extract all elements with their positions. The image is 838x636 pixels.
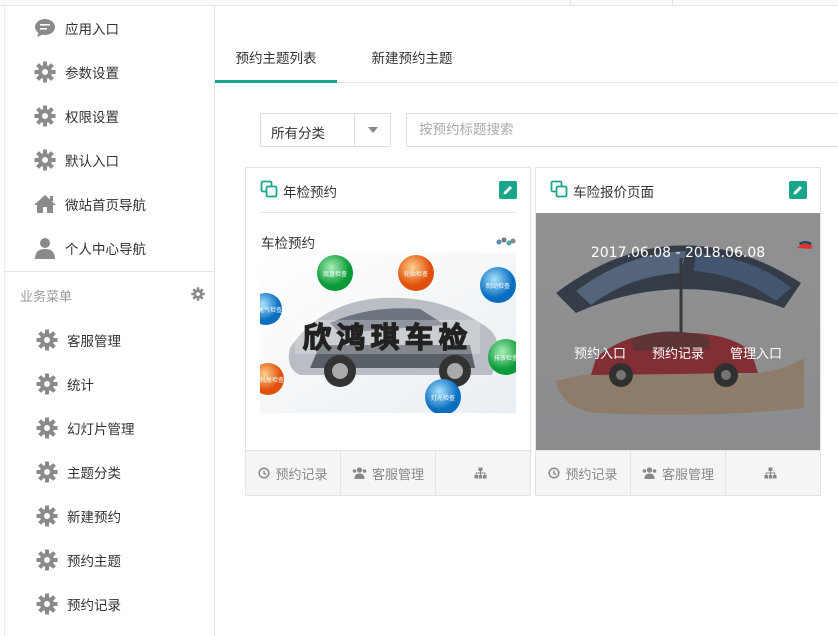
card-title: 车险报价页面 (573, 185, 654, 201)
search-input[interactable] (406, 113, 838, 147)
users-icon (642, 467, 657, 479)
bubble-label: 制动检查 (486, 282, 510, 290)
section-title-text: 业务菜单 (20, 290, 73, 305)
admin-entry-link[interactable]: 管理入口 (730, 343, 782, 362)
home-icon (33, 192, 57, 216)
sidebar-item-label: 主题分类 (67, 466, 121, 482)
sidebar-item-label: 个人中心导航 (65, 242, 146, 258)
sidebar-item-customer-service[interactable]: 客服管理 (35, 325, 245, 355)
sidebar-item-appointment-topics[interactable]: 预约主题 (35, 545, 245, 575)
edit-icon[interactable] (789, 181, 807, 199)
sidebar-item-label: 新建预约 (67, 510, 121, 526)
records-button-label: 预约记录 (565, 467, 618, 483)
topic-card: 车险报价页面 2017.06.08 - 2018.06.08 预约入口 预约记录… (535, 167, 821, 496)
appointment-records-link[interactable]: 预约记录 (652, 343, 704, 362)
sidebar-item-label: 统计 (67, 378, 94, 394)
records-button[interactable]: 预约记录 (536, 451, 631, 495)
records-button-label: 预约记录 (275, 467, 328, 483)
card-header: 年检预约 (246, 168, 530, 212)
sidebar-item-label: 应用入口 (65, 22, 119, 38)
bubble-label: 尾气检查 (260, 306, 282, 314)
tab-topic-list[interactable]: 预约主题列表 (215, 43, 337, 83)
sidebar-item-label: 微站首页导航 (65, 198, 146, 214)
card-footer: 预约记录 客服管理 (246, 450, 530, 495)
gear-icon (35, 416, 59, 440)
image-banner-text: 欣鸿琪车检 (303, 321, 473, 354)
topic-card: 年检预约 车检预约 欣鸿琪车检 底盘检查 轮胎检查 制动检查 排放检查 尾气检查… (245, 167, 531, 496)
gear-icon (35, 504, 59, 528)
date-range: 2017.06.08 - 2018.06.08 (590, 245, 766, 261)
chat-bubble-icon (33, 16, 57, 40)
sidebar-item-label: 参数设置 (65, 66, 119, 82)
card-image: 欣鸿琪车检 底盘检查 轮胎检查 制动检查 排放检查 尾气检查 机舱检查 灯光检查 (260, 253, 516, 413)
copy-icon[interactable] (550, 180, 568, 202)
records-button[interactable]: 预约记录 (246, 451, 341, 495)
main-content: 预约主题列表 新建预约主题 所有分类 年检预约 车检预约 (215, 6, 838, 636)
chevron-down-icon[interactable] (354, 114, 390, 146)
card-footer: 预约记录 客服管理 (536, 450, 820, 495)
sidebar-item-profile-nav[interactable]: 个人中心导航 (33, 233, 243, 263)
users-icon (352, 467, 367, 479)
card-divider (260, 212, 516, 213)
sidebar-item-appointment-records[interactable]: 预约记录 (35, 589, 245, 619)
sidebar-item-app-entry[interactable]: 应用入口 (33, 13, 243, 43)
overlay-links: 预约入口 预约记录 管理入口 (536, 343, 820, 362)
service-button-label: 客服管理 (371, 467, 424, 483)
sidebar-item-topic-category[interactable]: 主题分类 (35, 457, 245, 487)
sidebar-item-statistics[interactable]: 统计 (35, 369, 245, 399)
sitemap-icon (474, 467, 487, 479)
gear-icon (35, 548, 59, 572)
service-button-label: 客服管理 (661, 467, 714, 483)
sidebar-item-slides[interactable]: 幻灯片管理 (35, 413, 245, 443)
gear-icon (33, 60, 57, 84)
sidebar-section-title: 业务菜单 (20, 286, 205, 306)
history-icon (548, 467, 561, 479)
sidebar-item-label: 默认入口 (65, 154, 119, 170)
gear-icon (35, 460, 59, 484)
sidebar-item-label: 预约记录 (67, 598, 121, 614)
bubble-label: 轮胎检查 (404, 270, 428, 278)
card-subtitle: 车检预约 (261, 236, 315, 252)
sidebar-item-params[interactable]: 参数设置 (33, 57, 243, 87)
service-button[interactable]: 客服管理 (341, 451, 436, 495)
edit-icon[interactable] (499, 181, 517, 199)
sidebar-item-label: 客服管理 (67, 334, 121, 350)
sidebar-item-home-nav[interactable]: 微站首页导航 (33, 189, 243, 219)
card-title: 年检预约 (283, 185, 337, 201)
appointment-entry-link[interactable]: 预约入口 (574, 343, 626, 362)
tab-bar: 预约主题列表 新建预约主题 (215, 43, 838, 83)
sidebar-item-label: 幻灯片管理 (67, 422, 135, 438)
bubble-label: 底盘检查 (323, 270, 347, 278)
sidebar-item-label: 预约主题 (67, 554, 121, 570)
sidebar-item-permissions[interactable]: 权限设置 (33, 101, 243, 131)
section-settings-icon[interactable] (191, 287, 205, 305)
card-preview[interactable]: 2017.06.08 - 2018.06.08 预约入口 预约记录 管理入口 (536, 213, 820, 450)
category-select-value: 所有分类 (271, 126, 325, 142)
gear-icon (35, 592, 59, 616)
gear-icon (35, 372, 59, 396)
gear-icon (35, 328, 59, 352)
bubble-label: 机舱检查 (260, 376, 284, 384)
sidebar-item-new-appointment[interactable]: 新建预约 (35, 501, 245, 531)
sidebar: 应用入口 参数设置 权限设置 默认入口 微站首页导航 个人中心导航 业务菜单 客… (4, 6, 215, 636)
category-select[interactable]: 所有分类 (260, 113, 391, 147)
sitemap-icon (764, 467, 777, 479)
qr-thumbnail-icon (496, 236, 516, 251)
sitemap-button[interactable] (726, 451, 820, 495)
gear-icon (33, 148, 57, 172)
copy-icon[interactable] (260, 180, 278, 202)
user-icon (33, 236, 57, 260)
bubble-label: 排放检查 (494, 354, 516, 362)
sidebar-item-label: 权限设置 (65, 110, 119, 126)
service-button[interactable]: 客服管理 (631, 451, 726, 495)
tab-new-topic[interactable]: 新建预约主题 (348, 43, 476, 83)
gear-icon (33, 104, 57, 128)
history-icon (258, 467, 271, 479)
sidebar-divider (5, 271, 215, 272)
sidebar-item-default-entry[interactable]: 默认入口 (33, 145, 243, 175)
sitemap-button[interactable] (436, 451, 530, 495)
bubble-label: 灯光检查 (431, 394, 455, 402)
card-header: 车险报价页面 (536, 168, 820, 212)
